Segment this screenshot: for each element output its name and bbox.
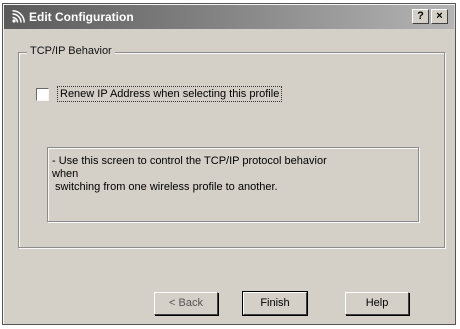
renew-ip-checkbox[interactable] [36, 87, 49, 101]
wireless-signal-icon [9, 8, 27, 26]
renew-ip-label[interactable]: Renew IP Address when selecting this pro… [56, 86, 283, 102]
back-button[interactable]: < Back [154, 292, 218, 315]
close-button[interactable]: × [431, 9, 448, 24]
help-button[interactable]: Help [345, 292, 409, 315]
renew-ip-option[interactable]: Renew IP Address when selecting this pro… [36, 86, 283, 102]
group-label: TCP/IP Behavior [27, 45, 115, 57]
info-text: - Use this screen to control the TCP/IP … [47, 147, 419, 222]
title-bar[interactable]: Edit Configuration ? × [4, 5, 454, 29]
edit-configuration-dialog: Edit Configuration ? × TCP/IP Behavior R… [2, 3, 456, 325]
finish-button[interactable]: Finish [242, 291, 308, 316]
help-title-button[interactable]: ? [412, 9, 429, 24]
window-title: Edit Configuration [29, 10, 134, 24]
